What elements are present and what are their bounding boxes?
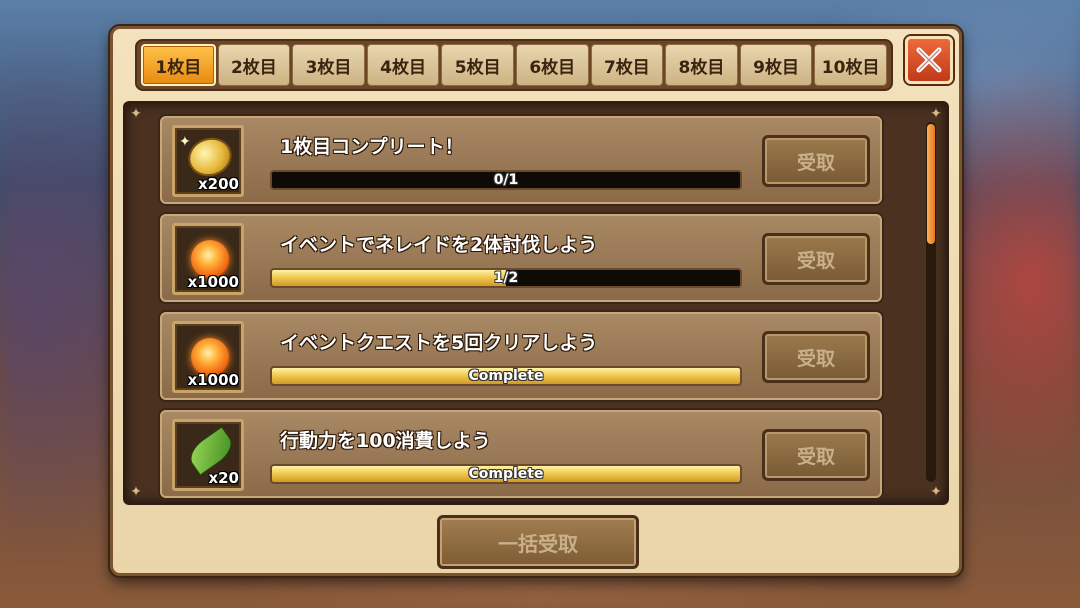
reward-quantity: x200: [198, 175, 239, 193]
progress-text: Complete: [468, 368, 544, 384]
mission-title: 1枚目コンプリート！: [280, 136, 464, 158]
progress-bar: 1/2: [270, 268, 742, 288]
ornament-icon: ✦: [930, 484, 942, 500]
progress-bar: Complete: [270, 366, 742, 386]
mission-row: x1000 イベントクエストを5回クリアしよう Complete 受取: [160, 312, 882, 400]
tab-sheet-2[interactable]: 2枚目: [217, 44, 291, 86]
sparkle-icon: ✦: [179, 134, 191, 150]
tab-sheet-4[interactable]: 4枚目: [366, 44, 440, 86]
tab-sheet-6[interactable]: 6枚目: [515, 44, 589, 86]
tab-sheet-5[interactable]: 5枚目: [441, 44, 514, 86]
progress-text: Complete: [468, 466, 544, 482]
mission-title: 行動力を100消費しよう: [280, 430, 491, 452]
progress-bar: 0/1: [270, 170, 742, 190]
reward-quantity: x20: [208, 469, 239, 487]
tab-sheet-8[interactable]: 8枚目: [665, 44, 738, 86]
sheet-tabs: 1枚目 2枚目 3枚目 4枚目 5枚目 6枚目 7枚目 8枚目 9枚目 10枚目: [135, 39, 893, 91]
ornament-icon: ✦: [130, 484, 142, 500]
reward-quantity: x1000: [187, 273, 239, 291]
progress-text: 1/2: [493, 270, 519, 286]
tab-sheet-7[interactable]: 7枚目: [590, 44, 664, 86]
close-icon: [916, 47, 942, 73]
scroll-thumb[interactable]: [927, 124, 935, 244]
green-leaf-icon: [185, 427, 237, 475]
tab-sheet-10[interactable]: 10枚目: [814, 44, 887, 86]
tab-sheet-1[interactable]: 1枚目: [141, 44, 216, 86]
close-button[interactable]: [905, 36, 953, 84]
mission-title: イベントクエストを5回クリアしよう: [280, 332, 598, 354]
bulk-claim-button[interactable]: 一括受取: [437, 515, 639, 569]
mission-row: x20 行動力を100消費しよう Complete 受取: [160, 410, 882, 498]
ornament-icon: ✦: [930, 106, 942, 122]
mission-dialog: 1枚目 2枚目 3枚目 4枚目 5枚目 6枚目 7枚目 8枚目 9枚目 10枚目…: [110, 26, 962, 576]
tab-sheet-9[interactable]: 9枚目: [739, 44, 813, 86]
scrollbar[interactable]: [926, 122, 936, 482]
claim-button[interactable]: 受取: [762, 233, 870, 285]
gold-coin-icon: [185, 134, 235, 180]
reward-slot: x1000: [172, 223, 244, 295]
reward-quantity: x1000: [187, 371, 239, 389]
claim-button[interactable]: 受取: [762, 135, 870, 187]
mission-row: ✦ x200 1枚目コンプリート！ 0/1 受取: [160, 116, 882, 204]
mission-row: x1000 イベントでネレイドを2体討伐しよう 1/2 受取: [160, 214, 882, 302]
mission-list-panel: ✦ ✦ ✦ ✦ ✦ x200 1枚目コンプリート！ 0/1 受取 x1000 イ…: [123, 101, 949, 505]
mission-title: イベントでネレイドを2体討伐しよう: [280, 234, 598, 256]
claim-button[interactable]: 受取: [762, 429, 870, 481]
reward-slot: x20: [172, 419, 244, 491]
progress-text: 0/1: [493, 172, 519, 188]
claim-button[interactable]: 受取: [762, 331, 870, 383]
progress-bar: Complete: [270, 464, 742, 484]
tab-sheet-3[interactable]: 3枚目: [292, 44, 365, 86]
reward-slot: x1000: [172, 321, 244, 393]
reward-slot: ✦ x200: [172, 125, 244, 197]
ornament-icon: ✦: [130, 106, 142, 122]
